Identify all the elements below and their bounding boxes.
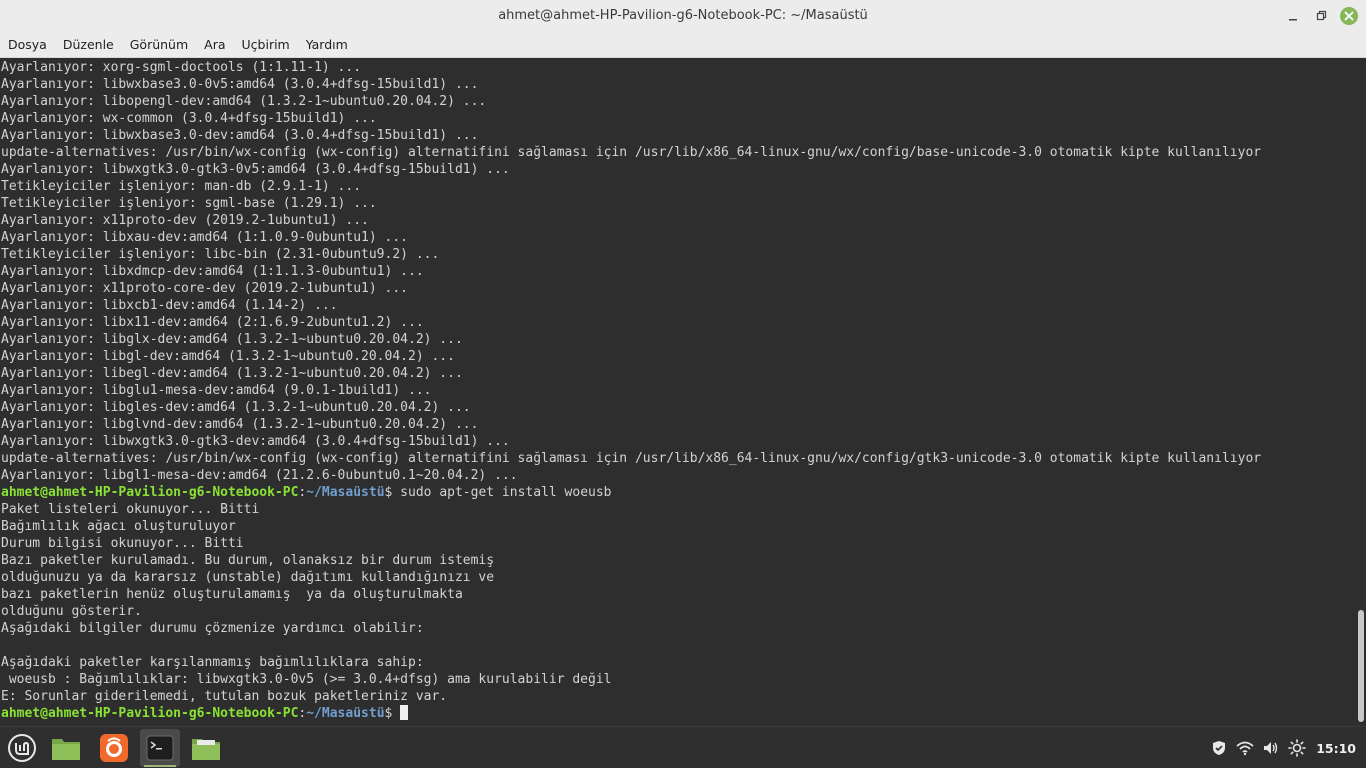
minimize-button[interactable] [1282,5,1304,27]
terminal-output-line: Ayarlanıyor: x11proto-dev (2019.2-1ubunt… [1,213,369,228]
brightness-icon [1288,739,1307,757]
terminal-scrollbar[interactable] [1356,58,1364,726]
terminal-output-line: woeusb : Bağımlılıklar: libwxgtk3.0-0v5 … [1,672,612,687]
terminal-output-line: Tetikleyiciler işleniyor: libc-bin (2.31… [1,247,440,262]
system-tray: 15:10 [1206,727,1366,768]
menu-terminal[interactable]: Uçbirim [234,32,298,58]
mint-menu-icon [8,734,36,762]
speaker-icon [1264,742,1278,754]
folder-window-launcher[interactable] [186,729,226,767]
terminal-cursor [400,705,409,720]
brightness-button[interactable] [1284,727,1310,768]
terminal-output-line: bazı paketlerin henüz oluşturulamamış ya… [1,587,463,602]
terminal-output-line: Ayarlanıyor: libwxbase3.0-dev:amd64 (3.0… [1,128,479,143]
terminal-output-line: Bağımlılık ağacı oluşturuluyor [1,519,236,534]
files-launcher[interactable] [46,729,86,767]
terminal-output-line: Aşağıdaki bilgiler durumu çözmenize yard… [1,621,424,636]
prompt-command: $ sudo apt-get install woeusb [384,485,612,500]
terminal-output-area[interactable]: Ayarlanıyor: xorg-sgml-doctools (1:1.11-… [0,58,1366,726]
scrollbar-thumb[interactable] [1358,610,1364,722]
terminal-output-line: Ayarlanıyor: libgles-dev:amd64 (1.3.2-1~… [1,400,471,415]
update-shield-button[interactable] [1206,727,1232,768]
terminal-output-line: Ayarlanıyor: libglx-dev:amd64 (1.3.2-1~u… [1,332,463,347]
window-controls [1282,5,1360,27]
close-button[interactable] [1338,5,1360,27]
folder-window-icon [192,739,220,760]
firefox-icon [100,734,128,762]
terminal-output-line: update-alternatives: /usr/bin/wx-config … [1,451,1262,466]
terminal-output-line: Ayarlanıyor: libxdmcp-dev:amd64 (1:1.1.3… [1,264,424,279]
terminal-output-line: update-alternatives: /usr/bin/wx-config … [1,145,1262,160]
terminal-output-line: olduğunu gösterir. [1,604,142,619]
prompt-path: ~/Masaüstü [306,485,385,500]
terminal-output-line: olduğunuzu ya da kararsız (unstable) dağ… [1,570,495,585]
terminal-output-line: Paket listeleri okunuyor... Bitti [1,502,260,517]
prompt-command: $ [384,706,401,721]
terminal-output-line: Ayarlanıyor: libxau-dev:amd64 (1:1.0.9-0… [1,230,408,245]
terminal-output-line: Ayarlanıyor: libxcb1-dev:amd64 (1.14-2) … [1,298,338,313]
menu-bar: Dosya Düzenle Görünüm Ara Uçbirim Yardım [0,32,1366,58]
terminal-output-line: Ayarlanıyor: libwxgtk3.0-gtk3-0v5:amd64 … [1,162,510,177]
menu-edit[interactable]: Düzenle [55,32,122,58]
terminal-output-line: Ayarlanıyor: xorg-sgml-doctools (1:1.11-… [1,60,362,75]
terminal-output-line: Aşağıdaki paketler karşılanmamış bağımlı… [1,655,424,670]
terminal-output-line: Ayarlanıyor: wx-common (3.0.4+dfsg-15bui… [1,111,377,126]
volume-button[interactable] [1258,727,1284,768]
terminal-output-line: Ayarlanıyor: libgl-dev:amd64 (1.3.2-1~ub… [1,349,455,364]
files-folder-icon [52,739,80,760]
mint-menu-button[interactable] [2,729,42,767]
prompt-path: ~/Masaüstü [306,706,385,721]
menu-search[interactable]: Ara [196,32,233,58]
shield-icon [1213,741,1226,755]
terminal-output-line: Ayarlanıyor: libx11-dev:amd64 (2:1.6.9-2… [1,315,424,330]
terminal-output-line: Ayarlanıyor: x11proto-core-dev (2019.2-1… [1,281,408,296]
clock[interactable]: 15:10 [1310,741,1366,756]
terminal-output-line: Ayarlanıyor: libegl-dev:amd64 (1.3.2-1~u… [1,366,463,381]
taskbar: 15:10 [0,726,1366,768]
terminal-output-line: Tetikleyiciler işleniyor: man-db (2.9.1-… [1,179,362,194]
terminal-output-line: Tetikleyiciler işleniyor: sgml-base (1.2… [1,196,377,211]
minimize-icon [1289,19,1297,21]
prompt-user-host: ahmet@ahmet-HP-Pavilion-g6-Notebook-PC [1,706,299,721]
close-icon [1340,7,1358,25]
terminal-lines: Ayarlanıyor: xorg-sgml-doctools (1:1.11-… [1,59,1354,722]
terminal-output-line: Ayarlanıyor: libglvnd-dev:amd64 (1.3.2-1… [1,417,479,432]
terminal-output-line: Bazı paketler kurulamadı. Bu durum, olan… [1,553,495,568]
menu-view[interactable]: Görünüm [122,32,196,58]
terminal-prompt-line: ahmet@ahmet-HP-Pavilion-g6-Notebook-PC:~… [1,484,1354,501]
menu-help[interactable]: Yardım [298,32,356,58]
window-titlebar[interactable]: ahmet@ahmet-HP-Pavilion-g6-Notebook-PC: … [0,0,1366,32]
maximize-button[interactable] [1310,5,1332,27]
restore-icon [1316,10,1327,21]
terminal-output-line: Ayarlanıyor: libopengl-dev:amd64 (1.3.2-… [1,94,487,109]
terminal-output-line: Ayarlanıyor: libglu1-mesa-dev:amd64 (9.0… [1,383,432,398]
terminal-output-line: Durum bilgisi okunuyor... Bitti [1,536,244,551]
terminal-prompt-line: ahmet@ahmet-HP-Pavilion-g6-Notebook-PC:~… [1,705,1354,722]
prompt-user-host: ahmet@ahmet-HP-Pavilion-g6-Notebook-PC [1,485,299,500]
terminal-output-line: Ayarlanıyor: libwxgtk3.0-gtk3-dev:amd64 … [1,434,510,449]
terminal-icon [146,735,174,761]
terminal-output-line: Ayarlanıyor: libwxbase3.0-0v5:amd64 (3.0… [1,77,479,92]
window-title: ahmet@ahmet-HP-Pavilion-g6-Notebook-PC: … [498,8,868,23]
terminal-output-line: E: Sorunlar giderilemedi, tutulan bozuk … [1,689,448,704]
terminal-output-line: Ayarlanıyor: libgl1-mesa-dev:amd64 (21.2… [1,468,518,483]
network-button[interactable] [1232,727,1258,768]
terminal-launcher[interactable] [140,729,180,767]
menu-file[interactable]: Dosya [0,32,55,58]
wifi-icon [1236,741,1254,756]
firefox-launcher[interactable] [94,729,134,767]
